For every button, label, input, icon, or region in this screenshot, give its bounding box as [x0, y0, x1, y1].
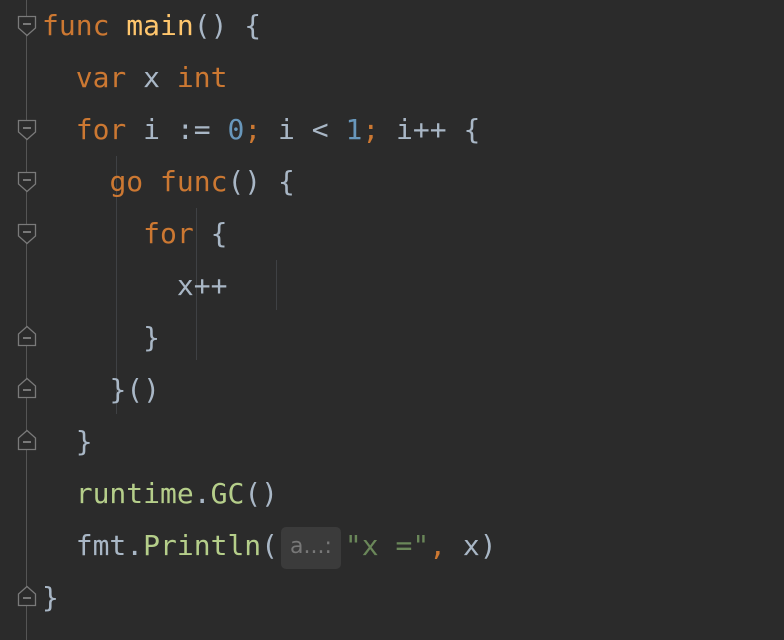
fold-close-icon[interactable] [17, 377, 37, 399]
keyword: for [143, 217, 194, 250]
code-line-11[interactable]: fmt.Println(a...: "x =", x) [42, 520, 497, 572]
code-line-3[interactable]: for i := 0; i < 1; i++ { [42, 104, 481, 156]
string-literal: "x =" [344, 529, 430, 562]
brace: { [463, 113, 481, 146]
brace: } [143, 321, 161, 354]
function-name: main [126, 9, 194, 42]
code-line-9[interactable]: } [42, 416, 93, 468]
keyword: func [160, 165, 228, 198]
keyword: for [75, 113, 127, 146]
fold-open-icon[interactable] [17, 119, 37, 141]
identifier: i [278, 113, 295, 146]
semicolon: ; [244, 113, 262, 146]
number-literal: 0 [227, 113, 245, 146]
gutter-divider [26, 0, 27, 640]
code-line-8[interactable]: }() [42, 364, 160, 416]
type-keyword: int [176, 61, 228, 94]
fold-open-icon[interactable] [17, 223, 37, 245]
dot: . [193, 477, 211, 510]
fold-open-icon[interactable] [17, 171, 37, 193]
code-line-10[interactable]: runtime.GC() [42, 468, 278, 520]
punctuation: () { [227, 165, 295, 198]
code-line-5[interactable]: for { [42, 208, 227, 260]
package-name: runtime [75, 477, 194, 510]
punctuation: ( [261, 529, 279, 562]
code-editor[interactable]: func main() { var x int for i := 0; i < … [0, 0, 784, 640]
function-call: GC [210, 477, 245, 510]
brace: { [210, 217, 228, 250]
function-call: Println [143, 529, 262, 562]
fold-close-icon[interactable] [17, 429, 37, 451]
increment-statement: x++ [176, 269, 228, 302]
brace: } [42, 581, 59, 614]
code-line-12[interactable]: } [42, 572, 59, 624]
code-line-2[interactable]: var x int [42, 52, 228, 104]
punctuation: ) [479, 529, 497, 562]
increment-statement: i++ [396, 113, 447, 146]
punctuation: () { [193, 9, 262, 42]
punctuation: () [244, 477, 279, 510]
brace: } [75, 425, 93, 458]
package-name: fmt [75, 529, 127, 562]
code-line-7[interactable]: } [42, 312, 160, 364]
operator: < [311, 113, 329, 146]
keyword: var [75, 61, 127, 94]
keyword: go [109, 165, 144, 198]
fold-open-icon[interactable] [17, 15, 37, 37]
identifier: x [143, 61, 161, 94]
fold-close-icon[interactable] [17, 325, 37, 347]
closure-call: }() [109, 373, 161, 406]
number-literal: 1 [345, 113, 363, 146]
code-line-4[interactable]: go func() { [42, 156, 295, 208]
fold-close-icon[interactable] [17, 585, 37, 607]
semicolon: ; [362, 113, 380, 146]
parameter-hint[interactable]: a...: [281, 527, 341, 569]
dot: . [126, 529, 144, 562]
code-line-6[interactable]: x++ [42, 260, 228, 312]
identifier: i [143, 113, 161, 146]
identifier: x [462, 529, 480, 562]
comma: , [429, 529, 447, 562]
operator: := [176, 113, 211, 146]
code-line-1[interactable]: func main() { [42, 0, 261, 52]
indent-guide [276, 260, 277, 310]
keyword: func [42, 9, 110, 42]
